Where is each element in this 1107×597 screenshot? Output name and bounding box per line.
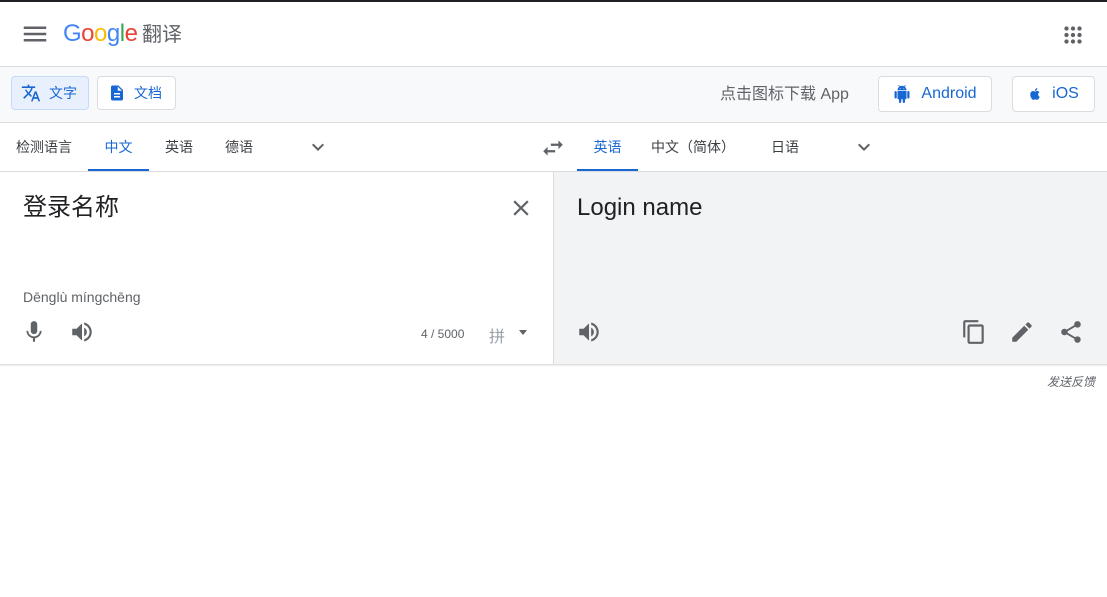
- document-mode-label: 文档: [134, 85, 162, 101]
- microphone-icon[interactable]: [21, 319, 47, 345]
- logo-letter: g: [106, 20, 120, 47]
- app-header: Google 翻译: [0, 2, 1107, 67]
- document-mode-button[interactable]: 文档: [97, 76, 176, 110]
- translate-icon: [21, 84, 41, 102]
- text-mode-label: 文字: [49, 85, 77, 101]
- edit-translation-pencil-icon[interactable]: [1009, 319, 1035, 345]
- source-text-input[interactable]: 登录名称: [23, 193, 119, 223]
- translation-output: Login name: [577, 194, 703, 221]
- target-lang-chinese-simplified[interactable]: 中文（简体）: [648, 123, 738, 171]
- mode-toolbar: 文字 文档 点击图标下载 App Android iOS: [0, 67, 1107, 123]
- panel-shadow: [0, 364, 1107, 367]
- text-mode-button[interactable]: 文字: [11, 76, 89, 110]
- send-feedback-link[interactable]: 发送反馈: [1047, 373, 1095, 390]
- ios-button[interactable]: iOS: [1012, 76, 1095, 112]
- swap-languages-icon[interactable]: [540, 135, 566, 161]
- source-lang-more-chevron-icon[interactable]: [306, 135, 330, 159]
- logo-letter: G: [63, 20, 82, 47]
- input-method-button[interactable]: 拼: [489, 323, 505, 347]
- ios-label: iOS: [1052, 85, 1079, 102]
- source-lang-chinese[interactable]: 中文: [88, 123, 149, 171]
- logo-letter: o: [94, 20, 107, 47]
- logo-letter: o: [81, 20, 95, 47]
- language-bar: 检测语言 中文 英语 德语 英语 中文（简体） 日语: [0, 123, 1107, 172]
- input-method-dropdown-icon[interactable]: [519, 330, 527, 335]
- hamburger-menu-icon[interactable]: [20, 19, 50, 49]
- download-app-text: 点击图标下载 App: [720, 86, 849, 103]
- source-lang-german[interactable]: 德语: [215, 123, 263, 171]
- source-lang-detect[interactable]: 检测语言: [10, 123, 78, 171]
- listen-translation-speaker-icon[interactable]: [576, 319, 602, 345]
- android-button[interactable]: Android: [878, 76, 992, 112]
- android-label: Android: [921, 85, 977, 102]
- share-translation-icon[interactable]: [1058, 319, 1084, 345]
- target-lang-japanese[interactable]: 日语: [761, 123, 809, 171]
- source-lang-english[interactable]: 英语: [155, 123, 203, 171]
- document-icon: [111, 85, 123, 101]
- character-counter: 4 / 5000: [421, 327, 465, 341]
- copy-translation-icon[interactable]: [961, 319, 987, 345]
- target-lang-english[interactable]: 英语: [577, 123, 638, 171]
- product-name: 翻译: [142, 24, 182, 46]
- transliteration-text: Dēnglù míngchēng: [23, 289, 141, 305]
- target-lang-more-chevron-icon[interactable]: [852, 135, 876, 159]
- android-icon: [894, 85, 910, 103]
- google-logo[interactable]: Google: [63, 18, 138, 50]
- apple-icon: [1030, 88, 1040, 100]
- apps-grid-icon[interactable]: [1060, 22, 1086, 48]
- listen-source-speaker-icon[interactable]: [69, 319, 95, 345]
- logo-letter: e: [124, 20, 138, 47]
- clear-text-icon[interactable]: [508, 195, 534, 221]
